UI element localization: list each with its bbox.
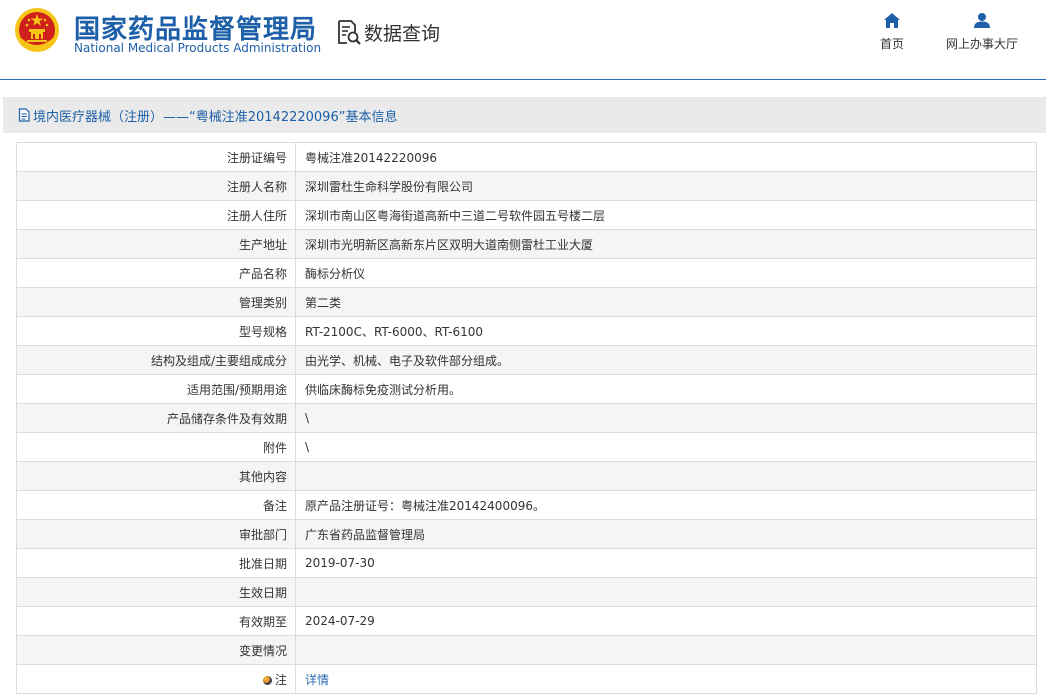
row-value: 2019-07-30 [295,548,1037,578]
row-label: 注册人名称 [16,171,296,201]
row-value: 深圳市光明新区高新东片区双明大道南侧雷杜工业大厦 [295,229,1037,259]
table-row: 有效期至 2024-07-29 [16,606,1037,636]
row-value: 2024-07-29 [295,606,1037,636]
row-label: 管理类别 [16,287,296,317]
row-label: 产品储存条件及有效期 [16,403,296,433]
row-label: 注册人住所 [16,200,296,230]
row-label: 变更情况 [16,635,296,665]
org-name-en: National Medical Products Administration [74,41,322,55]
nav-online-service-hall-label: 网上办事大厅 [945,37,1018,51]
info-bulb-icon [262,675,272,685]
record-title: 境内医疗器械（注册）——“粤械注准20142220096”基本信息 [33,109,398,125]
row-value: \ [295,432,1037,462]
site-header: 国家药品监督管理局 National Medical Products Admi… [0,0,1046,80]
user-icon [974,13,990,28]
row-value: 酶标分析仪 [295,258,1037,288]
details-link[interactable]: 详情 [305,673,329,687]
table-row: 适用范围/预期用途 供临床酶标免疫测试分析用。 [16,374,1037,404]
note-label: 注 [274,672,287,687]
row-value: 由光学、机械、电子及软件部分组成。 [295,345,1037,375]
row-label: 结构及组成/主要组成成分 [16,345,296,375]
table-row: 产品名称 酶标分析仪 [16,258,1037,288]
row-label: 审批部门 [16,519,296,549]
row-label: 注册证编号 [16,142,296,172]
row-value [295,577,1037,607]
row-value: RT-2100C、RT-6000、RT-6100 [295,316,1037,346]
table-row: 管理类别 第二类 [16,287,1037,317]
row-label: 型号规格 [16,316,296,346]
row-label: 生产地址 [16,229,296,259]
row-value: 广东省药品监督管理局 [295,519,1037,549]
table-row: 产品储存条件及有效期 \ [16,403,1037,433]
row-label: 有效期至 [16,606,296,636]
table-row: 注册人住所 深圳市南山区粤海街道高新中三道二号软件园五号楼二层 [16,200,1037,230]
row-value [295,461,1037,491]
table-row: 生效日期 [16,577,1037,607]
row-value: 供临床酶标免疫测试分析用。 [295,374,1037,404]
record-title-bar: 境内医疗器械（注册）——“粤械注准20142220096”基本信息 [3,97,1046,133]
document-search-icon [338,20,361,45]
row-value-note: 详情 [295,664,1037,694]
table-row: 型号规格 RT-2100C、RT-6000、RT-6100 [16,316,1037,346]
table-row: 审批部门 广东省药品监督管理局 [16,519,1037,549]
row-label: 适用范围/预期用途 [16,374,296,404]
table-row: 批准日期 2019-07-30 [16,548,1037,578]
table-row: 注册证编号 粤械注准20142220096 [16,142,1037,172]
nav-home[interactable]: 首页 [872,12,912,52]
document-icon [18,108,30,122]
table-row-note: 注 详情 [16,664,1037,694]
nav-online-service-hall[interactable]: 网上办事大厅 [940,12,1024,52]
row-label: 备注 [16,490,296,520]
home-icon [884,13,900,28]
national-emblem-icon [15,8,59,52]
row-value: 第二类 [295,287,1037,317]
table-row: 生产地址 深圳市光明新区高新东片区双明大道南侧雷杜工业大厦 [16,229,1037,259]
row-label-note: 注 [16,664,296,694]
table-row: 其他内容 [16,461,1037,491]
row-value [295,635,1037,665]
row-label: 产品名称 [16,258,296,288]
row-value: 深圳雷杜生命科学股份有限公司 [295,171,1037,201]
table-row: 注册人名称 深圳雷杜生命科学股份有限公司 [16,171,1037,201]
section-title: 数据查询 [334,17,440,47]
row-label: 批准日期 [16,548,296,578]
row-value: \ [295,403,1037,433]
row-value: 原产品注册证号：粤械注准20142400096。 [295,490,1037,520]
row-label: 其他内容 [16,461,296,491]
table-row: 结构及组成/主要组成成分 由光学、机械、电子及软件部分组成。 [16,345,1037,375]
row-value: 深圳市南山区粤海街道高新中三道二号软件园五号楼二层 [295,200,1037,230]
row-value: 粤械注准20142220096 [295,142,1037,172]
table-row: 备注 原产品注册证号：粤械注准20142400096。 [16,490,1037,520]
registration-info-table: 注册证编号 粤械注准20142220096 注册人名称 深圳雷杜生命科学股份有限公司… [16,142,1037,694]
table-row: 附件 \ [16,432,1037,462]
row-label: 附件 [16,432,296,462]
row-label: 生效日期 [16,577,296,607]
section-title-label: 数据查询 [364,22,441,45]
table-row: 变更情况 [16,635,1037,665]
nav-home-label: 首页 [879,37,904,51]
